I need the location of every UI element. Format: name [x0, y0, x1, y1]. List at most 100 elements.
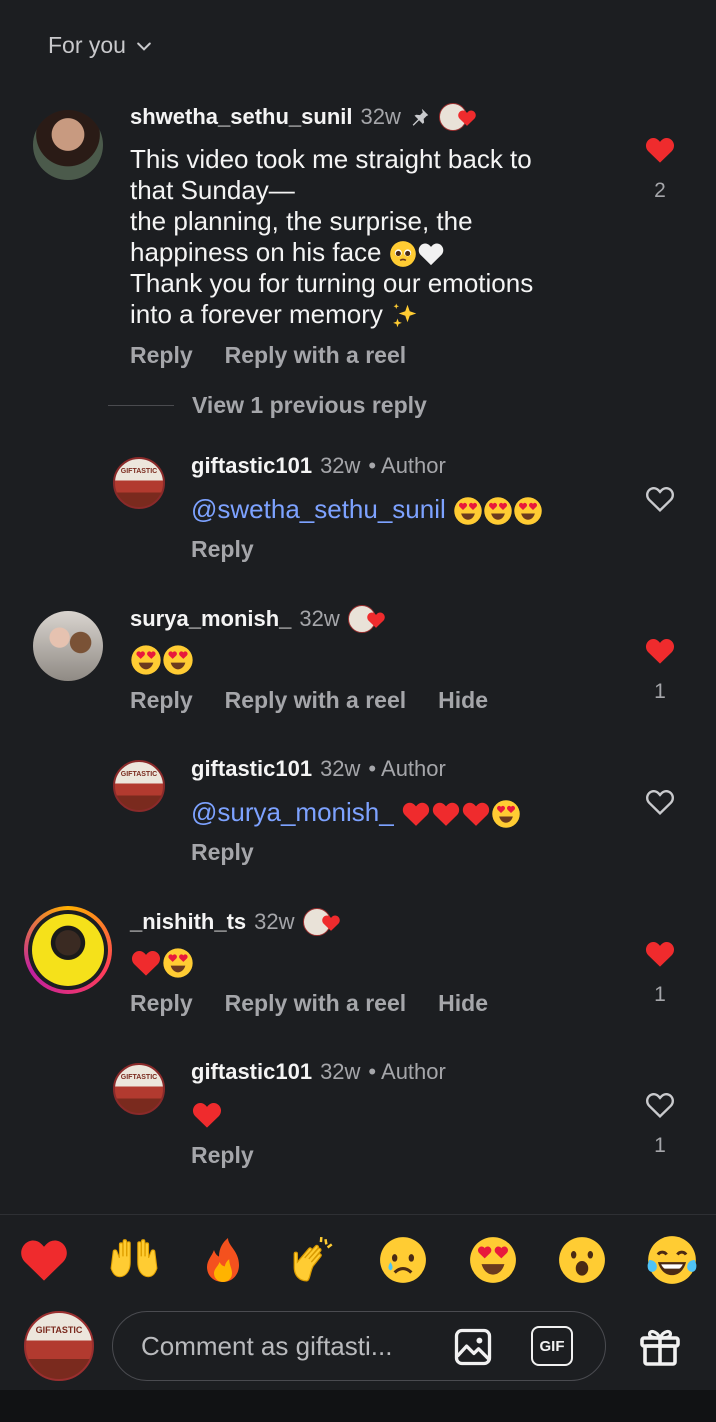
sparkles-icon — [390, 301, 420, 331]
tears-of-joy-icon — [646, 1234, 698, 1286]
like-button[interactable] — [640, 483, 680, 520]
mention-link[interactable]: @surya_monish_ — [191, 797, 394, 827]
like-button[interactable]: 1 — [640, 1089, 680, 1158]
comment-header: shwetha_sethu_sunil 32w — [130, 103, 479, 131]
divider-line — [108, 405, 174, 406]
avatar[interactable]: GIFTASTIC — [113, 1063, 165, 1115]
reply-time: 32w — [320, 756, 361, 781]
hide-button[interactable]: Hide — [438, 990, 488, 1017]
comment-username[interactable]: surya_monish_ — [130, 606, 291, 632]
reply-time: 32w — [320, 1059, 361, 1084]
reply-username[interactable]: giftastic101 — [191, 1059, 312, 1085]
heart-eyes-icon — [162, 644, 194, 676]
avatar-logo-text: GIFTASTIC — [35, 1325, 83, 1335]
comment-time: 32w — [299, 606, 340, 631]
current-user-avatar[interactable]: GIFTASTIC — [24, 1311, 94, 1381]
heart-eyes-icon — [513, 496, 543, 526]
comment-username[interactable]: shwetha_sethu_sunil — [130, 104, 353, 130]
avatar-logo-text: GIFTASTIC — [120, 771, 158, 778]
chevron-down-icon — [137, 42, 151, 51]
reply-button[interactable]: Reply — [130, 687, 193, 714]
sad-face-icon — [378, 1235, 428, 1285]
white-heart-icon — [417, 240, 445, 268]
avatar-logo-text: GIFTASTIC — [120, 1074, 158, 1081]
avatar — [32, 914, 104, 986]
reply-button[interactable]: Reply — [130, 342, 193, 369]
reply-button[interactable]: Reply — [191, 1142, 254, 1169]
reaction-clapping[interactable] — [281, 1228, 345, 1292]
heart-filled-icon — [642, 938, 678, 970]
heart-filled-icon — [642, 635, 678, 667]
mention-link[interactable]: @swetha_sethu_sunil — [191, 494, 446, 524]
reaction-fire[interactable] — [191, 1228, 255, 1292]
heart-outline-icon — [642, 786, 678, 818]
author-badge: • Author — [368, 1059, 446, 1084]
reaction-heart-eyes[interactable] — [461, 1228, 525, 1292]
system-nav-bar — [0, 1390, 716, 1422]
like-count: 1 — [654, 983, 666, 1006]
comment-actions: Reply Reply with a reel Hide — [130, 990, 488, 1017]
heart-eyes-icon — [468, 1235, 518, 1285]
quick-reactions-bar — [12, 1228, 704, 1292]
author-badge: • Author — [368, 756, 446, 781]
heart-icon — [320, 913, 342, 933]
reply-header: giftastic101 32w • Author — [191, 453, 446, 479]
like-button[interactable]: 1 — [640, 938, 680, 1007]
reply-text — [191, 1099, 223, 1131]
like-count: 2 — [654, 179, 666, 202]
comment-time: 32w — [360, 104, 401, 129]
reply-header: giftastic101 32w • Author — [191, 1059, 446, 1085]
reply-username[interactable]: giftastic101 — [191, 453, 312, 479]
heart-outline-icon — [642, 483, 678, 515]
gif-button[interactable]: GIF — [531, 1326, 573, 1366]
like-button[interactable]: 1 — [640, 635, 680, 704]
comment-input[interactable] — [139, 1329, 443, 1363]
heart-eyes-icon — [130, 644, 162, 676]
creator-liked-badge — [438, 103, 479, 131]
image-icon[interactable] — [451, 1325, 495, 1369]
comment-username[interactable]: _nishith_ts — [130, 909, 246, 935]
heart-icon — [401, 799, 431, 829]
view-previous-replies[interactable]: View 1 previous reply — [108, 392, 427, 419]
reply-actions: Reply — [191, 1142, 254, 1169]
reply-with-reel-button[interactable]: Reply with a reel — [225, 342, 407, 369]
heart-filled-icon — [642, 134, 678, 166]
avatar-story-ring[interactable] — [24, 906, 112, 994]
heart-icon — [365, 610, 387, 630]
reaction-sad[interactable] — [371, 1228, 435, 1292]
like-button[interactable] — [640, 786, 680, 823]
heart-icon — [18, 1234, 70, 1286]
comment-header: surya_monish_ 32w — [130, 605, 388, 633]
reaction-heart[interactable] — [12, 1228, 76, 1292]
heart-eyes-icon — [483, 496, 513, 526]
comment-actions: Reply Reply with a reel Hide — [130, 687, 488, 714]
reaction-surprised[interactable] — [550, 1228, 614, 1292]
comment-text — [130, 644, 194, 676]
like-count: 1 — [654, 1134, 666, 1157]
sort-dropdown[interactable]: For you — [48, 32, 154, 59]
reply-with-reel-button[interactable]: Reply with a reel — [225, 687, 407, 714]
reply-with-reel-button[interactable]: Reply with a reel — [225, 990, 407, 1017]
like-button[interactable]: 2 — [640, 134, 680, 203]
reaction-raising-hands[interactable] — [102, 1228, 166, 1292]
avatar[interactable] — [33, 110, 103, 180]
reply-button[interactable]: Reply — [130, 990, 193, 1017]
avatar[interactable]: GIFTASTIC — [113, 457, 165, 509]
hide-button[interactable]: Hide — [438, 687, 488, 714]
author-badge: • Author — [368, 453, 446, 478]
avatar[interactable]: GIFTASTIC — [113, 760, 165, 812]
reply-username[interactable]: giftastic101 — [191, 756, 312, 782]
comment-actions: Reply Reply with a reel — [130, 342, 406, 369]
comment-text — [130, 947, 194, 979]
avatar[interactable] — [33, 611, 103, 681]
creator-liked-badge — [302, 908, 343, 936]
heart-outline-icon — [642, 1089, 678, 1121]
gift-icon[interactable] — [634, 1322, 686, 1370]
heart-eyes-icon — [453, 496, 483, 526]
heart-icon — [191, 1099, 223, 1131]
reply-button[interactable]: Reply — [191, 839, 254, 866]
reaction-tears-of-joy[interactable] — [640, 1228, 704, 1292]
fire-icon — [199, 1235, 247, 1285]
reply-button[interactable]: Reply — [191, 536, 254, 563]
heart-icon — [431, 799, 461, 829]
